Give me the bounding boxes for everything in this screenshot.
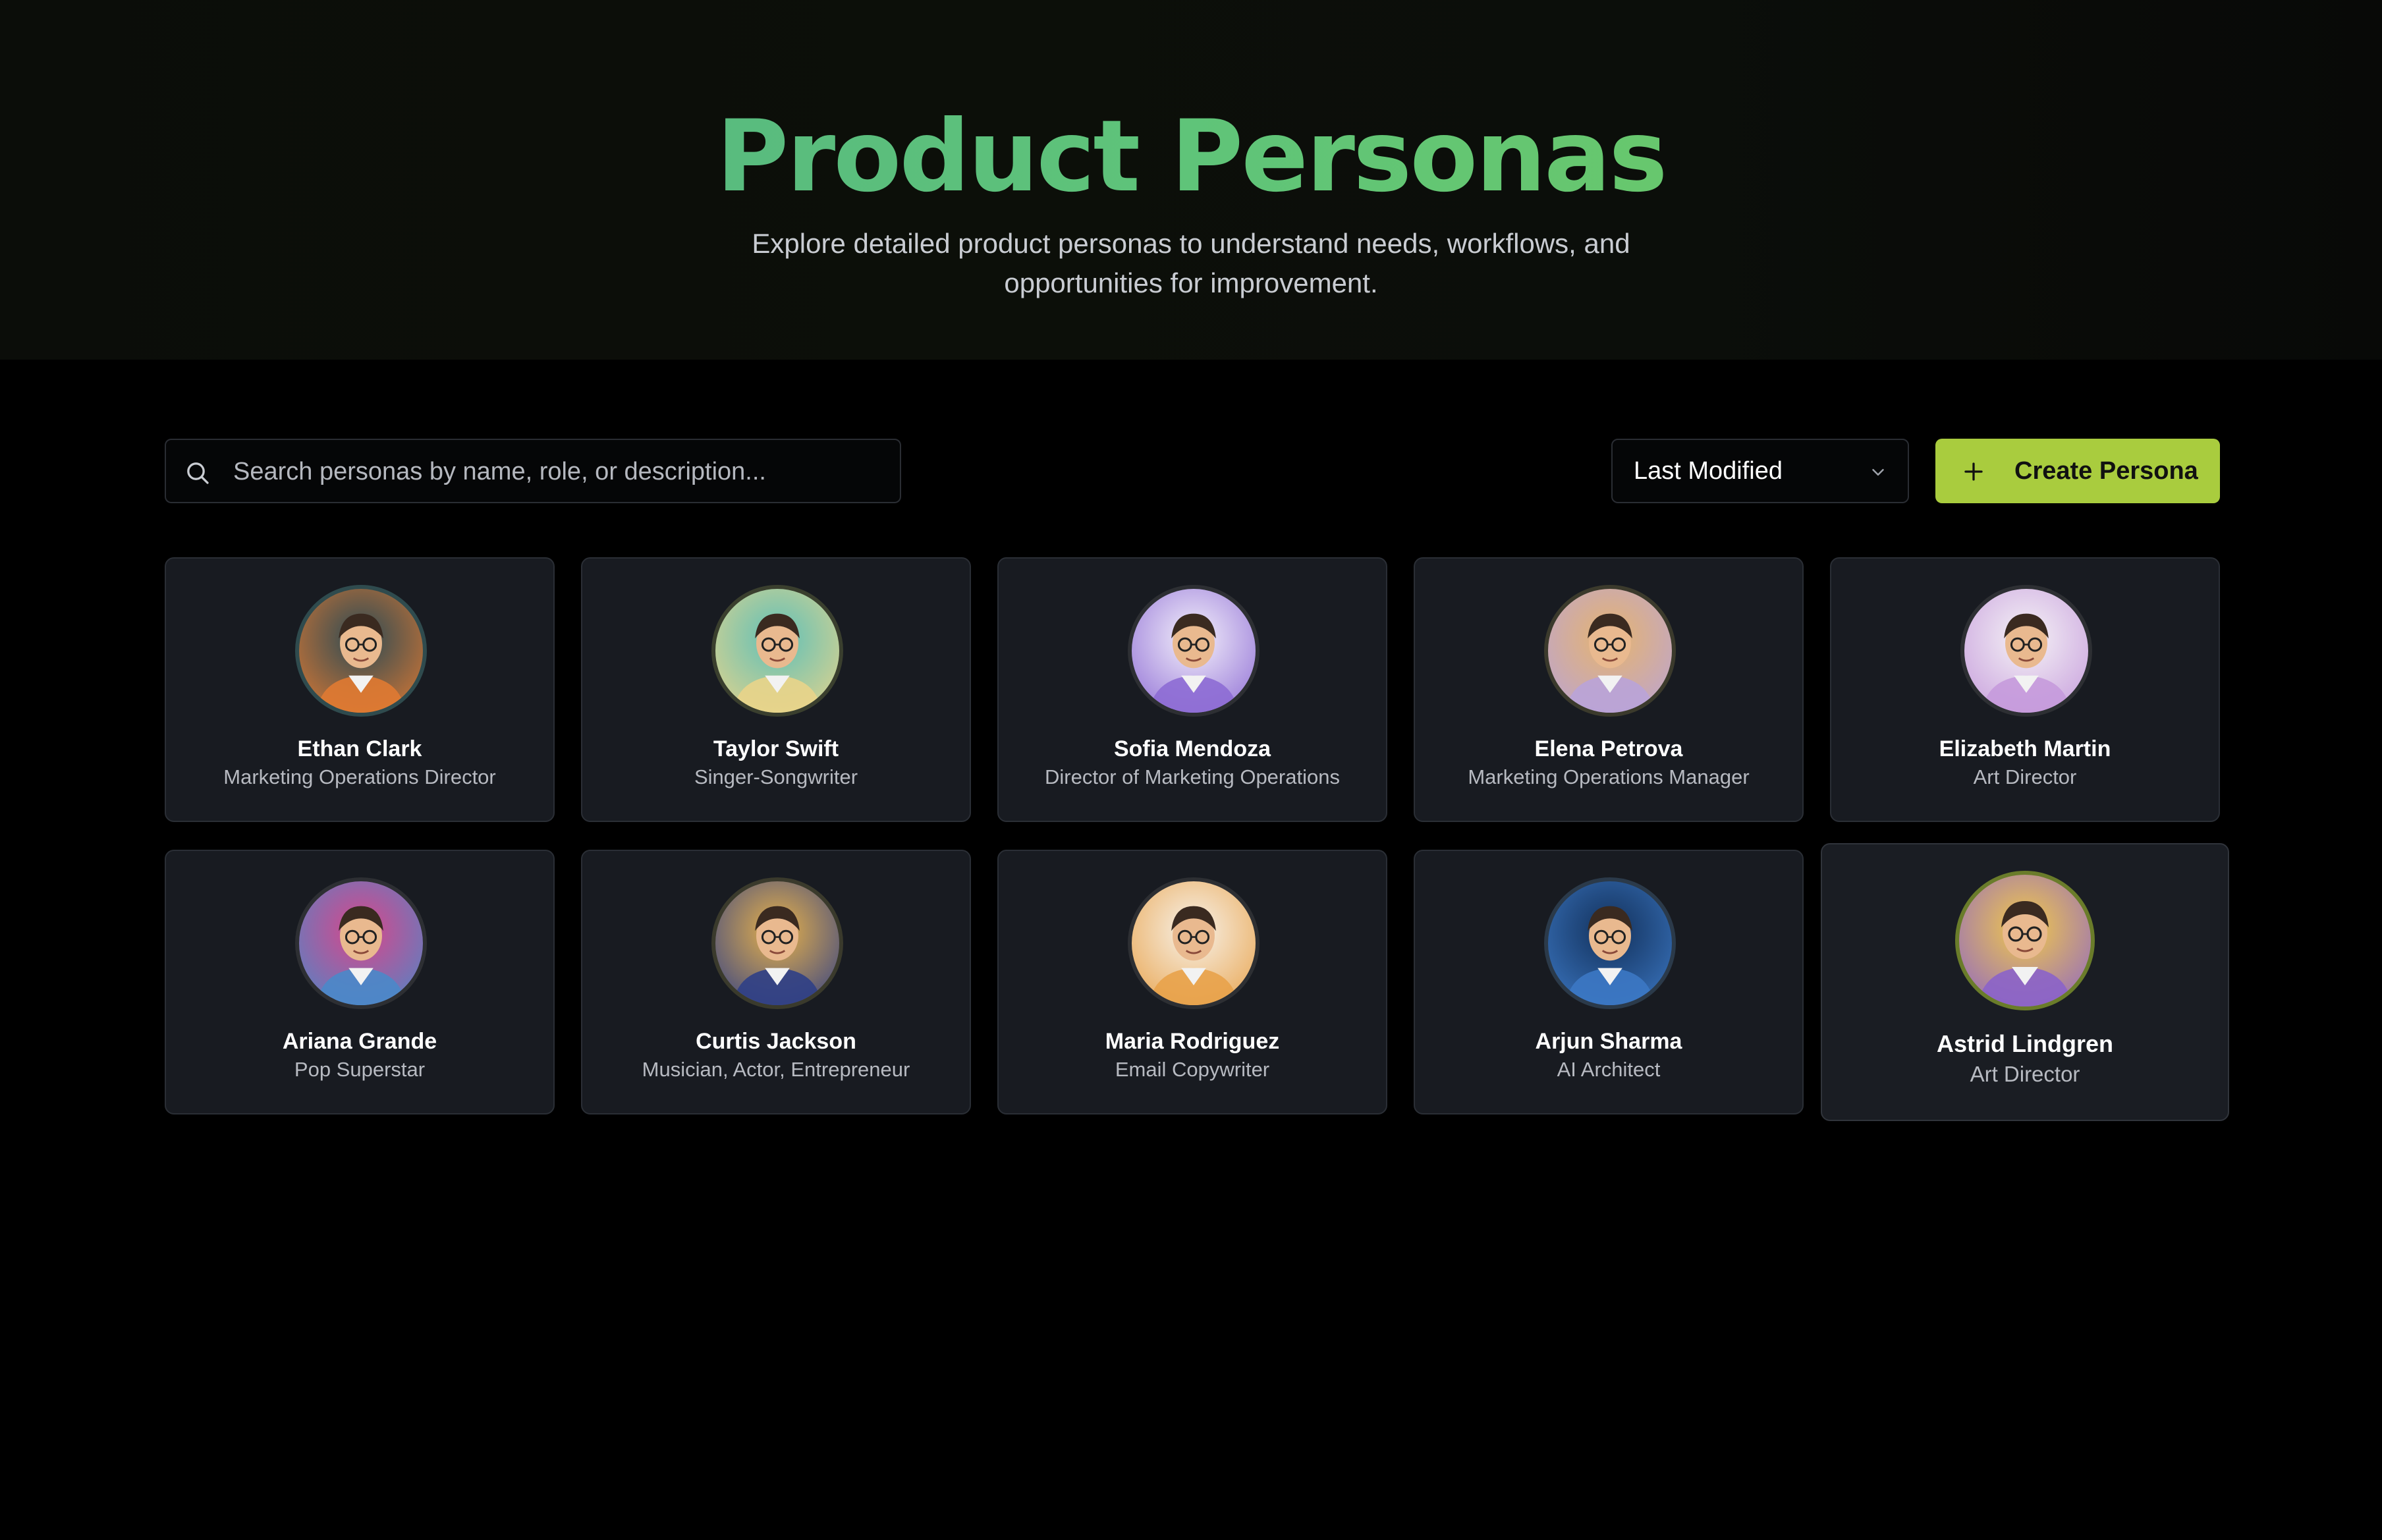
persona-role: Art Director [1973, 765, 2077, 788]
search-bar[interactable] [165, 439, 901, 503]
persona-name: Maria Rodriguez [1105, 1029, 1280, 1054]
persona-avatar [295, 585, 427, 717]
create-persona-button[interactable]: Create Persona [1935, 439, 2220, 503]
persona-name: Arjun Sharma [1535, 1029, 1682, 1054]
persona-card[interactable]: Astrid Lindgren Art Director [1821, 843, 2229, 1121]
persona-role: Pop Superstar [294, 1058, 426, 1081]
search-input[interactable] [232, 440, 887, 503]
persona-name: Curtis Jackson [696, 1029, 856, 1054]
persona-card[interactable]: Elena Petrova Marketing Operations Manage… [1414, 557, 1804, 822]
sort-selected-value: Last Modified [1634, 457, 1783, 485]
persona-name: Elizabeth Martin [1939, 736, 2111, 761]
person-illustration-icon [733, 906, 822, 1005]
person-illustration-icon [316, 613, 406, 713]
person-illustration-icon [1149, 613, 1238, 713]
sort-dropdown[interactable]: Last Modified [1611, 439, 1909, 503]
persona-avatar [1128, 877, 1260, 1009]
persona-role: Musician, Actor, Entrepreneur [642, 1058, 910, 1081]
persona-name: Astrid Lindgren [1937, 1030, 2113, 1057]
persona-card[interactable]: Curtis Jackson Musician, Actor, Entrepren… [581, 850, 971, 1114]
persona-role: Marketing Operations Director [223, 765, 496, 788]
persona-avatar [1544, 585, 1676, 717]
hero-header: Product Personas Explore detailed produc… [0, 0, 2382, 360]
person-illustration-icon [733, 613, 822, 713]
persona-role: AI Architect [1557, 1058, 1661, 1081]
create-persona-label: Create Persona [2014, 457, 2198, 485]
persona-card[interactable]: Ethan Clark Marketing Operations Director [165, 557, 555, 822]
persona-avatar [295, 877, 427, 1009]
person-illustration-icon [316, 906, 406, 1005]
persona-avatar [1128, 585, 1260, 717]
persona-avatar [1544, 877, 1676, 1009]
persona-name: Sofia Mendoza [1113, 736, 1271, 761]
person-illustration-icon [1981, 613, 2071, 713]
persona-role: Art Director [1970, 1062, 2080, 1086]
persona-avatar [711, 585, 843, 717]
persona-card[interactable]: Ariana Grande Pop Superstar [165, 850, 555, 1114]
persona-avatar [1960, 585, 2092, 717]
person-illustration-icon [1149, 906, 1238, 1005]
persona-name: Ethan Clark [297, 736, 422, 761]
persona-role: Email Copywriter [1115, 1058, 1270, 1081]
persona-card[interactable]: Sofia Mendoza Director of Marketing Opera… [997, 557, 1387, 822]
chevron-down-icon [1872, 469, 1884, 476]
persona-avatar [711, 877, 843, 1009]
persona-role: Singer-Songwriter [694, 765, 858, 788]
persona-name: Elena Petrova [1534, 736, 1683, 761]
persona-avatar [1955, 871, 2095, 1010]
persona-role: Marketing Operations Manager [1468, 765, 1750, 788]
plus-icon [1964, 462, 1983, 481]
person-illustration-icon [1565, 613, 1655, 713]
person-illustration-icon [1978, 901, 2072, 1006]
persona-name: Ariana Grande [282, 1029, 437, 1054]
persona-card[interactable]: Maria Rodriguez Email Copywriter [997, 850, 1387, 1114]
persona-card[interactable]: Arjun Sharma AI Architect [1414, 850, 1804, 1114]
persona-card[interactable]: Elizabeth Martin Art Director [1830, 557, 2220, 822]
page-title: Product Personas [0, 97, 2382, 216]
persona-name: Taylor Swift [713, 736, 839, 761]
page-subtitle: Explore detailed product personas to und… [752, 228, 1630, 298]
persona-role: Director of Marketing Operations [1045, 765, 1340, 788]
person-illustration-icon [1565, 906, 1655, 1005]
persona-card[interactable]: Taylor Swift Singer-Songwriter [581, 557, 971, 822]
search-icon [187, 462, 209, 484]
